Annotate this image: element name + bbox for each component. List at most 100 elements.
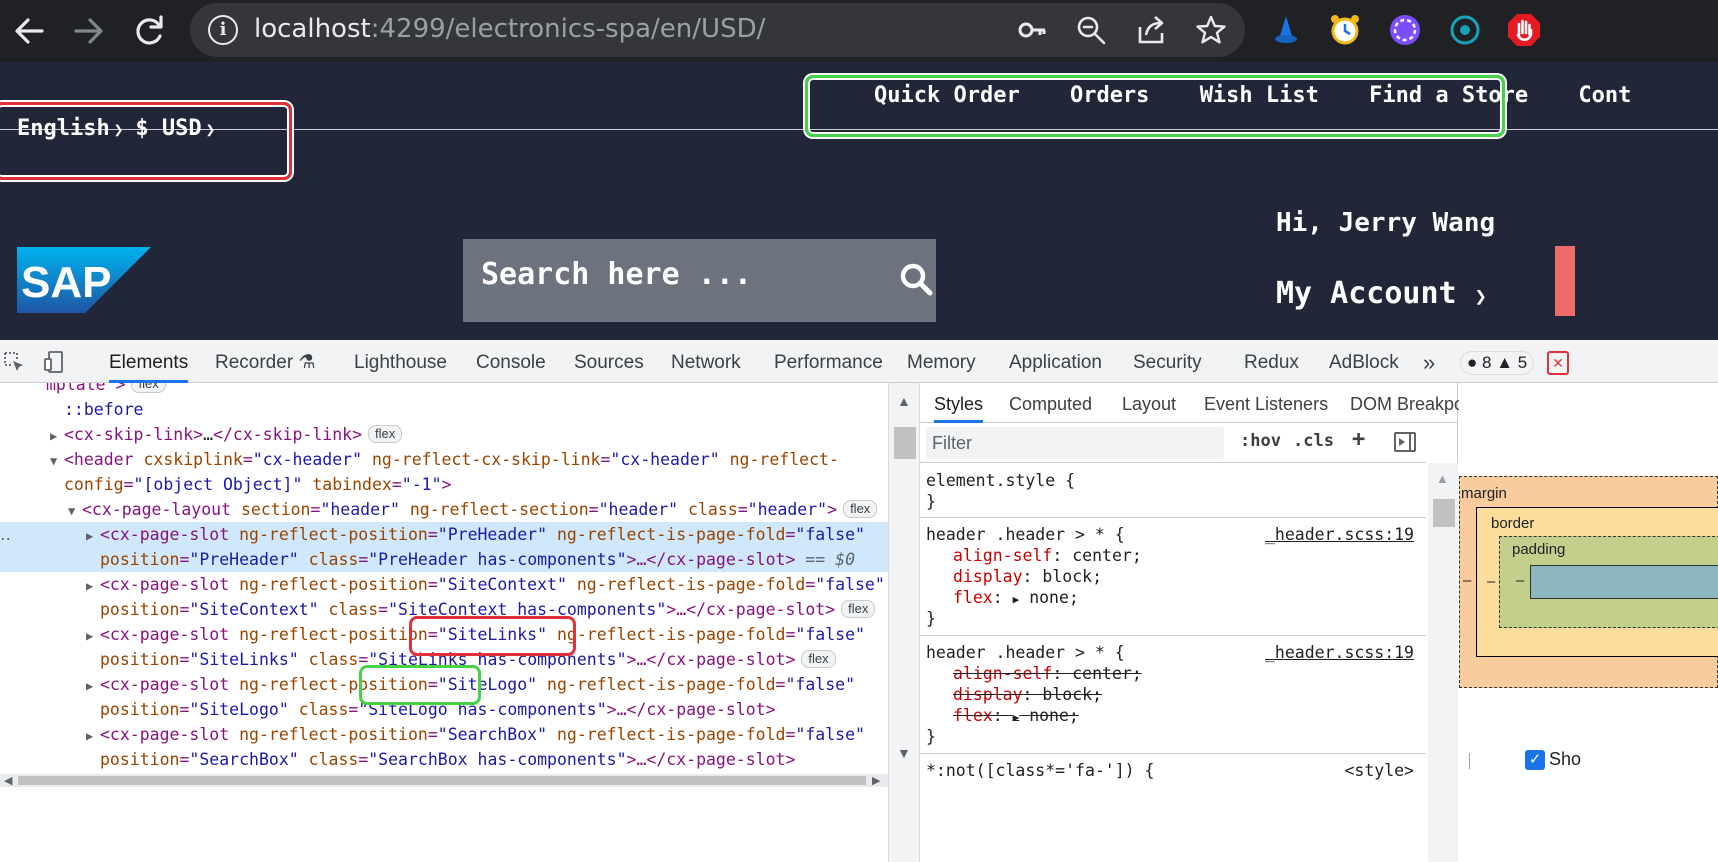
cls-button[interactable]: .cls	[1293, 431, 1334, 451]
box-model-margin[interactable]: margin – border – padding –	[1459, 476, 1718, 688]
extension-alarm-icon[interactable]	[1327, 12, 1363, 48]
styles-filter-input[interactable]: Filter	[926, 427, 1224, 459]
horizontal-scrollbar[interactable]: ◀ ▶	[0, 774, 888, 787]
tab-network[interactable]: Network	[671, 340, 741, 383]
tree-line[interactable]: ▼ <header cxskiplink="cx-header" ng-refle…	[0, 447, 888, 472]
new-rule-button[interactable]: +	[1352, 427, 1365, 452]
scroll-up-icon[interactable]: ▲	[1436, 471, 1449, 486]
devtools-tabbar: Elements Recorder ⚗ Lighthouse Console S…	[0, 340, 1718, 383]
tree-line[interactable]: ::before	[0, 397, 888, 422]
expand-triangle-icon[interactable]: ▶	[86, 724, 100, 749]
contact-link[interactable]: Cont	[1578, 83, 1631, 108]
zoom-icon[interactable]	[1074, 13, 1108, 47]
styles-scrollbar[interactable]: ▲	[1428, 463, 1458, 862]
tab-sources[interactable]: Sources	[574, 340, 644, 383]
bookmark-star-icon[interactable]	[1194, 13, 1228, 47]
tab-console[interactable]: Console	[476, 340, 546, 383]
key-icon[interactable]	[1015, 13, 1049, 47]
tab-computed[interactable]: Computed	[1009, 383, 1092, 423]
styles-tabbar: Styles Computed Layout Event Listeners D…	[920, 383, 1492, 423]
back-arrow-icon[interactable]	[6, 8, 52, 54]
style-rule-element[interactable]: element.style { }	[920, 466, 1426, 518]
annotation-green-box	[359, 665, 481, 705]
search-box[interactable]: Search here ...	[463, 239, 936, 322]
style-rule-header-1[interactable]: header .header > * {_header.scss:19 alig…	[920, 522, 1426, 636]
hov-button[interactable]: :hov	[1240, 431, 1281, 451]
tab-memory[interactable]: Memory	[907, 340, 976, 383]
scroll-thumb[interactable]	[1433, 499, 1455, 527]
share-icon[interactable]	[1134, 13, 1168, 47]
device-toolbar-icon[interactable]	[42, 350, 66, 374]
scroll-thumb[interactable]	[18, 776, 866, 785]
styles-filter-row: Filter :hov .cls +	[920, 423, 1426, 463]
divider	[1469, 753, 1470, 769]
scroll-up-icon[interactable]: ▲	[897, 393, 911, 409]
tab-event-listeners[interactable]: Event Listeners	[1204, 383, 1328, 423]
tree-line[interactable]: mplate > flex	[0, 383, 888, 397]
expand-triangle-icon[interactable]: ▶	[86, 624, 100, 649]
box-model-diagram: margin – border – padding – ✓ Sho	[1459, 383, 1718, 862]
extension-adblock-icon[interactable]	[1506, 12, 1542, 48]
search-input[interactable]: Search here ...	[481, 257, 752, 292]
tab-recorder[interactable]: Recorder ⚗	[215, 340, 315, 383]
box-model-border[interactable]: border – padding –	[1476, 507, 1718, 657]
show-all-checkbox[interactable]: ✓	[1525, 750, 1545, 770]
tab-elements[interactable]: Elements	[109, 340, 189, 383]
search-icon[interactable]	[898, 261, 934, 297]
flask-icon: ⚗	[298, 352, 316, 373]
box-model-padding[interactable]: padding –	[1499, 536, 1718, 628]
tree-node-sitecontext[interactable]: ▶ <cx-page-slot ng-reflect-position="Site…	[0, 572, 888, 622]
sap-logo[interactable]: SAP	[17, 247, 151, 313]
browser-toolbar: i localhost:4299/electronics-spa/en/USD/	[0, 0, 1718, 62]
tab-styles[interactable]: Styles	[934, 383, 984, 423]
cart-button[interactable]	[1555, 246, 1575, 316]
toggle-sidebar-icon[interactable]	[1394, 432, 1416, 452]
tree-line[interactable]: config="[object Object]" tabindex="-1">	[0, 472, 888, 497]
expand-triangle-icon[interactable]: ▶	[86, 574, 100, 599]
tab-adblock[interactable]: AdBlock	[1329, 340, 1399, 383]
expand-triangle-icon[interactable]: ▶	[86, 674, 100, 699]
scroll-right-icon[interactable]: ▶	[872, 774, 880, 787]
elements-scrollbar[interactable]: ▲ ▼	[888, 383, 920, 862]
reload-icon[interactable]	[126, 8, 172, 54]
site-info-icon[interactable]: i	[208, 15, 238, 45]
inspect-element-icon[interactable]	[2, 350, 26, 374]
tree-line[interactable]: ▶ <cx-skip-link>…</cx-skip-link> flex	[0, 422, 888, 447]
tree-line[interactable]: ▼ <cx-page-layout section="header" ng-ref…	[0, 497, 888, 522]
url-text[interactable]: localhost:4299/electronics-spa/en/USD/	[254, 14, 765, 44]
tab-performance[interactable]: Performance	[774, 340, 883, 383]
collapse-triangle-icon[interactable]: ▼	[50, 449, 64, 474]
issues-counter[interactable]: ● 8 ▲ 5	[1460, 351, 1535, 375]
source-link[interactable]: <style>	[1344, 760, 1414, 781]
extension-eye-icon[interactable]	[1447, 12, 1483, 48]
annotation-red-box	[409, 616, 576, 656]
box-model-content[interactable]	[1530, 565, 1718, 599]
expand-triangle-icon[interactable]: ▶	[1013, 593, 1020, 606]
close-devtools-icon[interactable]: ✕	[1547, 351, 1569, 375]
tree-node-searchbox[interactable]: ▶ <cx-page-slot ng-reflect-position="Sear…	[0, 722, 888, 772]
tree-node-preheader-selected[interactable]: ‥ ▶ <cx-page-slot ng-reflect-position="Pr…	[0, 522, 888, 572]
expand-triangle-icon[interactable]: ▶	[1013, 711, 1020, 724]
more-tabs-icon[interactable]: »	[1423, 340, 1435, 383]
forward-arrow-icon[interactable]	[66, 8, 112, 54]
extension-purple-icon[interactable]	[1387, 12, 1423, 48]
scroll-thumb[interactable]	[894, 427, 916, 459]
tab-lighthouse[interactable]: Lighthouse	[354, 340, 447, 383]
scroll-down-icon[interactable]: ▼	[897, 745, 911, 761]
greeting: Hi, Jerry Wang	[1276, 208, 1496, 238]
expand-triangle-icon[interactable]: ▶	[50, 424, 64, 449]
tab-layout[interactable]: Layout	[1122, 383, 1176, 423]
extension-wizard-icon[interactable]	[1268, 12, 1304, 48]
collapse-triangle-icon[interactable]: ▼	[68, 499, 82, 524]
my-account-menu[interactable]: My Account ❯	[1276, 276, 1487, 311]
scroll-left-icon[interactable]: ◀	[4, 774, 12, 787]
address-bar[interactable]: i localhost:4299/electronics-spa/en/USD/	[190, 3, 1245, 57]
style-rule-header-2[interactable]: header .header > * {_header.scss:19 alig…	[920, 640, 1426, 754]
source-link[interactable]: _header.scss:19	[1265, 524, 1414, 545]
source-link[interactable]: _header.scss:19	[1265, 642, 1414, 663]
tab-security[interactable]: Security	[1133, 340, 1202, 383]
tab-application[interactable]: Application	[1009, 340, 1102, 383]
style-rule-not-fa[interactable]: *:not([class*='fa-']) {<style>	[920, 758, 1426, 788]
tab-redux[interactable]: Redux	[1244, 340, 1299, 383]
expand-triangle-icon[interactable]: ▶	[86, 524, 100, 549]
